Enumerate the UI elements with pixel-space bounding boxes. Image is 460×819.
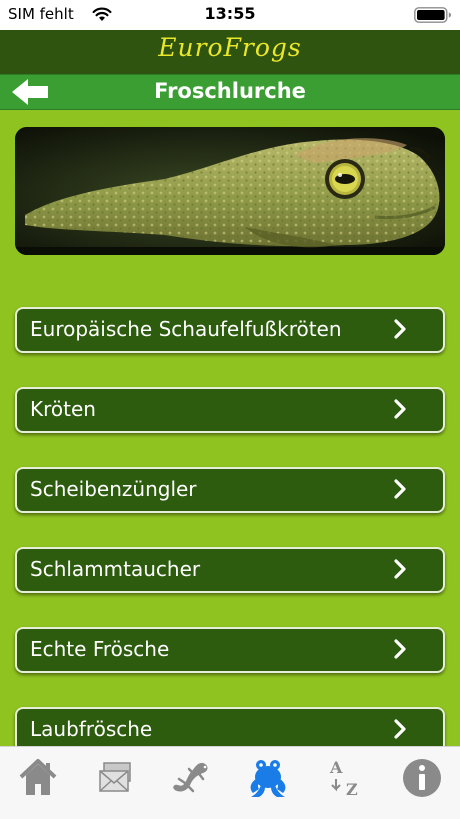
list-item-scheibenzuengler[interactable]: Scheibenzüngler	[15, 467, 445, 513]
category-list: Europäische Schaufelfußkröten Kröten Sch…	[15, 307, 445, 787]
list-item-label: Echte Frösche	[30, 637, 170, 661]
list-item-label: Europäische Schaufelfußkröten	[30, 317, 342, 341]
list-item-europaeische-schaufelfusskroeten[interactable]: Europäische Schaufelfußkröten	[15, 307, 445, 353]
battery-icon	[414, 7, 451, 23]
app-title: EuroFrogs	[158, 33, 302, 62]
list-item-label: Laubfrösche	[30, 717, 153, 741]
cards-icon	[99, 762, 131, 792]
hero-image	[15, 127, 445, 255]
tab-info[interactable]	[392, 755, 452, 801]
info-icon	[403, 759, 441, 797]
salamander-icon	[173, 762, 208, 793]
tab-sort-az[interactable]: A Z	[315, 755, 375, 801]
sort-az-icon: A Z	[329, 758, 358, 799]
list-item-echte-froesche[interactable]: Echte Frösche	[15, 627, 445, 673]
svg-text:A: A	[329, 758, 343, 777]
home-icon	[19, 759, 57, 795]
tab-bar: A Z	[0, 746, 460, 819]
tab-frogs[interactable]	[238, 755, 298, 801]
list-item-label: Scheibenzüngler	[30, 477, 197, 501]
frog-icon	[250, 760, 286, 797]
tab-salamanders[interactable]	[160, 755, 220, 801]
page-title: Froschlurche	[154, 79, 306, 103]
status-time: 13:55	[204, 4, 256, 23]
list-item-label: Schlammtaucher	[30, 557, 201, 581]
chevron-right-icon	[394, 399, 406, 419]
status-bar: SIM fehlt 13:55	[0, 0, 460, 30]
chevron-right-icon	[394, 479, 406, 499]
list-item-kroeten[interactable]: Kröten	[15, 387, 445, 433]
list-item-schlammtaucher[interactable]: Schlammtaucher	[15, 547, 445, 593]
app-title-bar: EuroFrogs	[0, 30, 460, 74]
frog-photo	[15, 127, 445, 255]
svg-text:Z: Z	[346, 780, 358, 799]
tab-cards[interactable]	[85, 755, 145, 801]
chevron-right-icon	[394, 319, 406, 339]
chevron-right-icon	[394, 719, 406, 739]
list-item-label: Kröten	[30, 397, 96, 421]
tab-home[interactable]	[8, 755, 68, 801]
chevron-right-icon	[394, 639, 406, 659]
navigation-bar: Froschlurche	[0, 74, 460, 110]
chevron-right-icon	[394, 559, 406, 579]
